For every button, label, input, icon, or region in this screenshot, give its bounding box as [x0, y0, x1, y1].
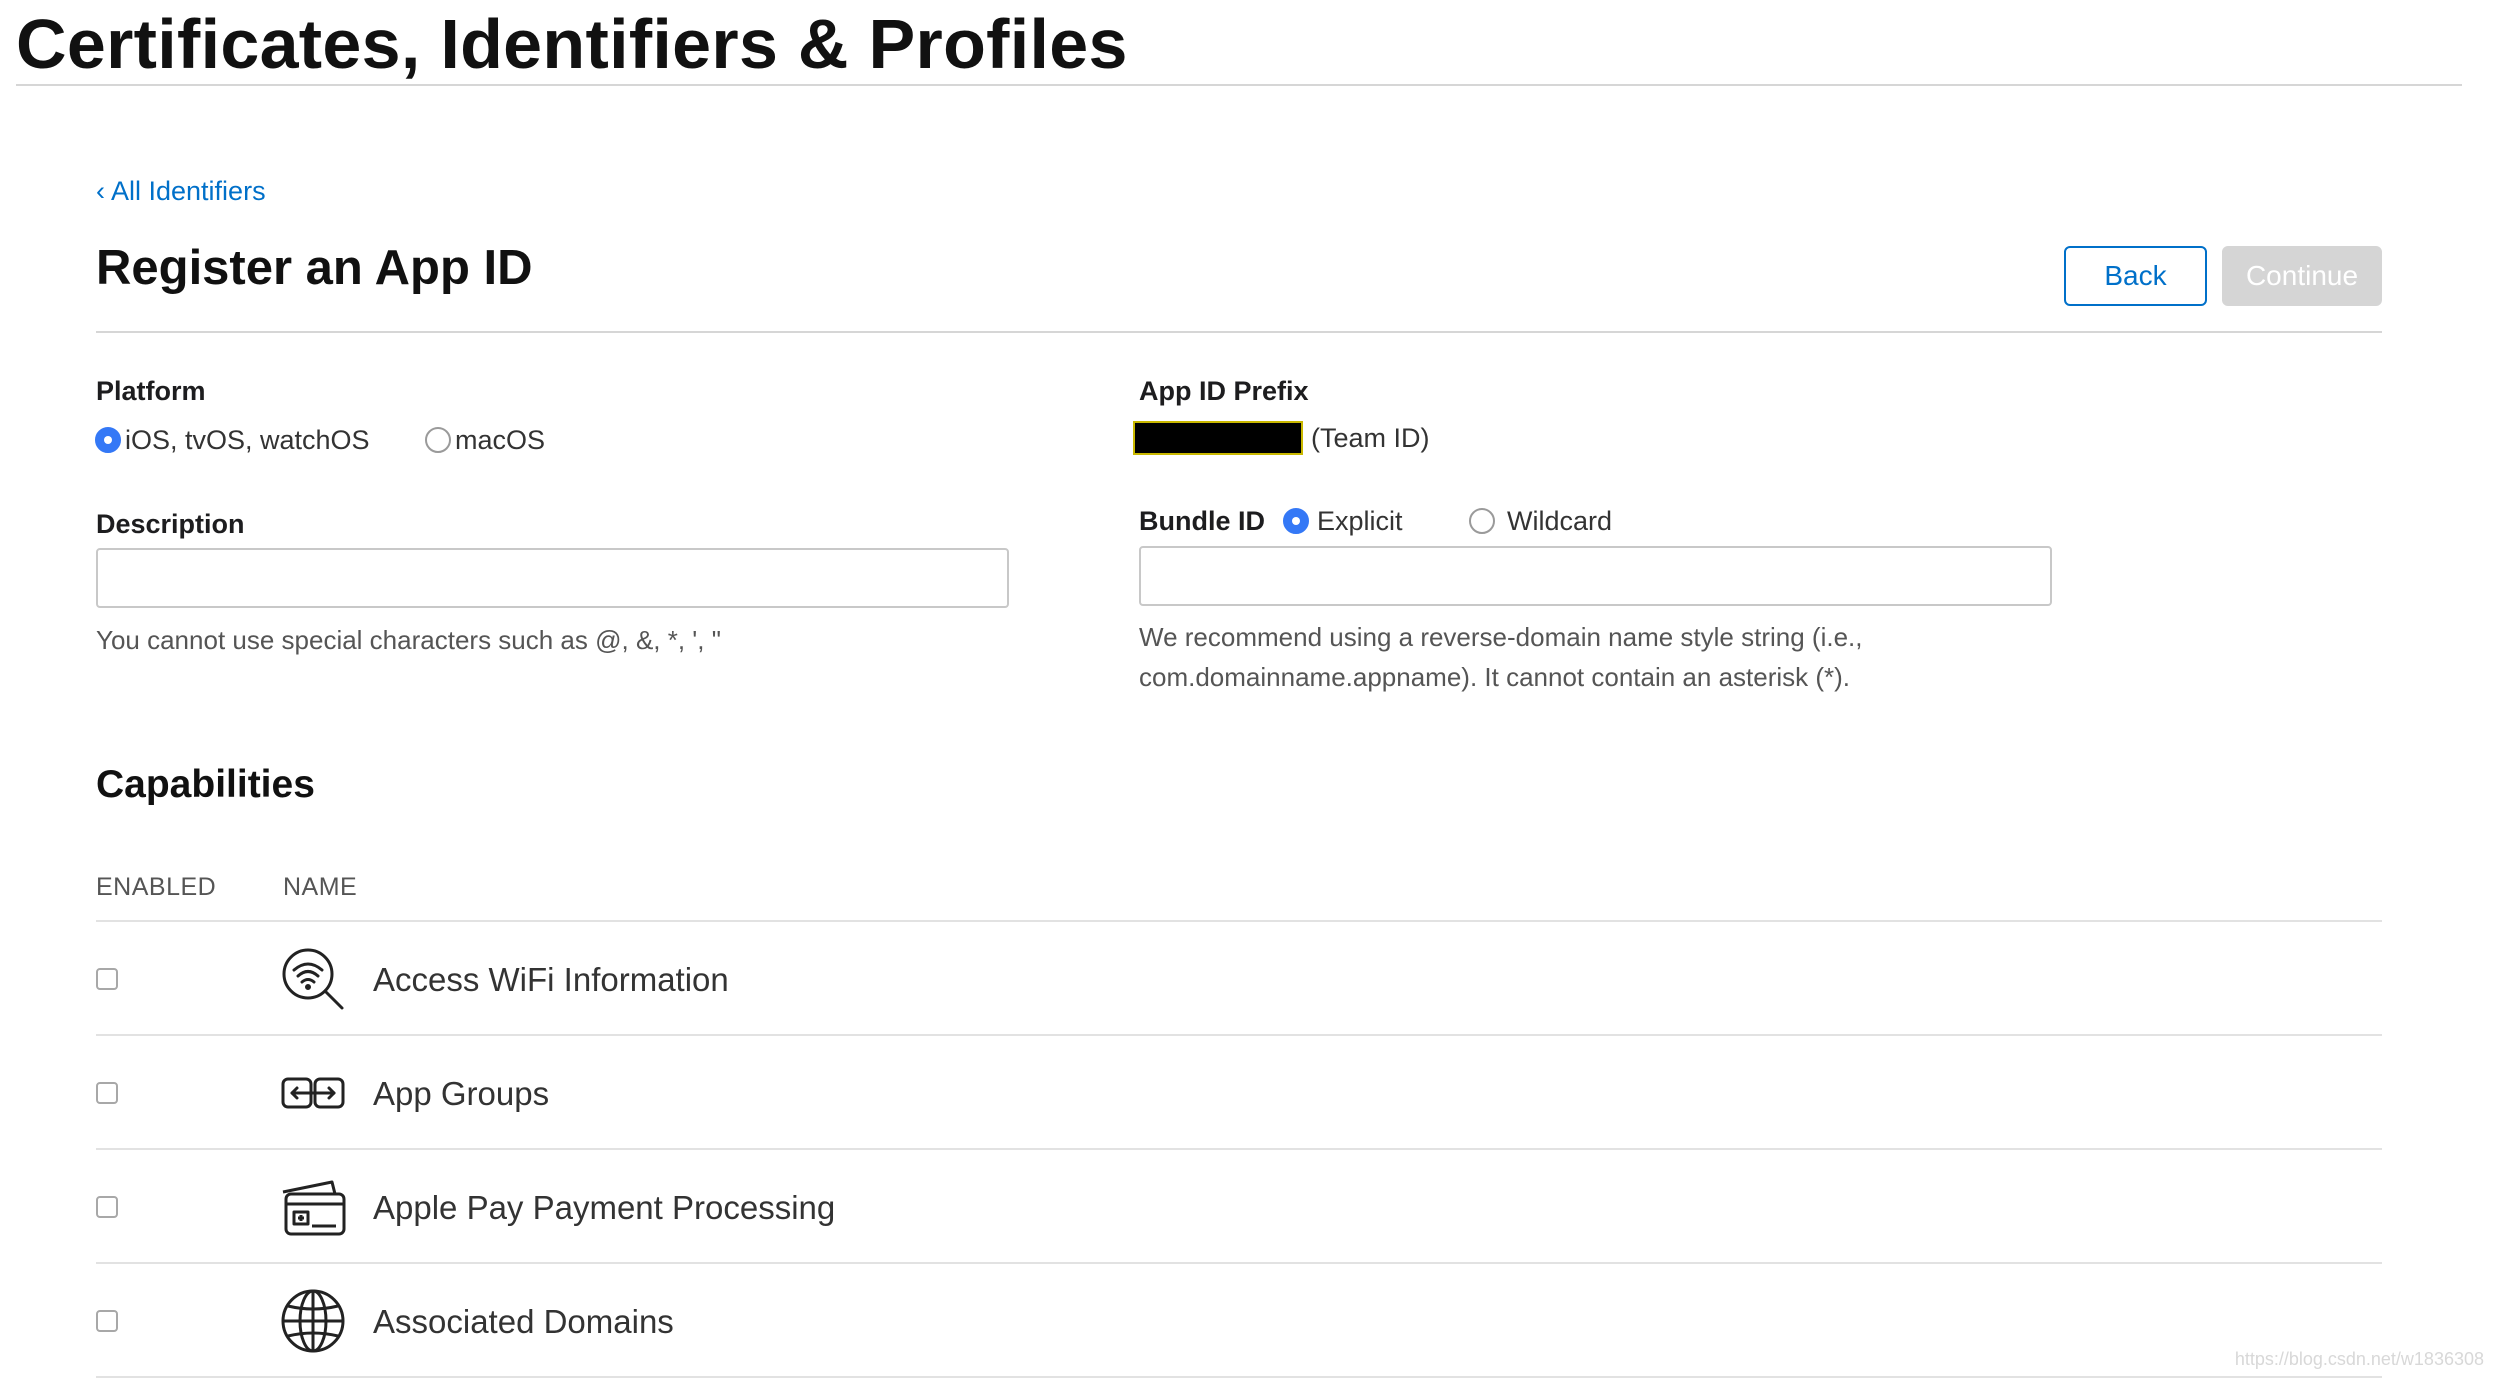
watermark: https://blog.csdn.net/w1836308: [2234, 1349, 2484, 1369]
all-identifiers-link[interactable]: ‹ All Identifiers: [96, 174, 266, 208]
bundle-id-input[interactable]: [1139, 546, 2052, 606]
bundle-wildcard-label: Wildcard: [1507, 506, 1613, 536]
form-title: Register an App ID: [96, 241, 533, 295]
capability-name: App Groups: [373, 1075, 550, 1112]
app-groups-icon: [280, 1060, 346, 1126]
platform-macos-radio[interactable]: [425, 427, 451, 453]
capability-row: Associated Domains: [96, 1264, 2382, 1378]
platform-ios-label: iOS, tvOS, watchOS: [125, 425, 370, 455]
capability-enable-checkbox[interactable]: [96, 1196, 118, 1218]
capability-name: Apple Pay Payment Processing: [373, 1189, 836, 1226]
platform-option-macos[interactable]: macOS: [425, 423, 545, 457]
wallet-card-icon: [280, 1174, 346, 1240]
description-input[interactable]: [96, 548, 1009, 608]
bundle-id-help-line2: com.domainname.appname). It cannot conta…: [1139, 662, 1851, 692]
capability-row: Access WiFi Information: [96, 922, 2382, 1036]
bundle-option-explicit[interactable]: Explicit: [1283, 504, 1403, 538]
capability-name: Associated Domains: [373, 1303, 674, 1340]
column-header-enabled: ENABLED: [96, 873, 217, 901]
bundle-explicit-label: Explicit: [1317, 506, 1403, 536]
bundle-id-help-line1: We recommend using a reverse-domain name…: [1139, 622, 1863, 652]
bundle-explicit-radio[interactable]: [1283, 508, 1309, 534]
team-id-row: (Team ID): [1133, 421, 1430, 455]
platform-option-ios[interactable]: iOS, tvOS, watchOS: [95, 423, 370, 457]
description-help: You cannot use special characters such a…: [96, 625, 721, 655]
platform-label: Platform: [96, 376, 206, 406]
capability-enable-checkbox[interactable]: [96, 968, 118, 990]
bundle-option-wildcard[interactable]: Wildcard: [1469, 504, 1612, 538]
app-id-prefix-label: App ID Prefix: [1139, 376, 1309, 406]
platform-macos-label: macOS: [455, 425, 546, 455]
bundle-wildcard-radio[interactable]: [1469, 508, 1495, 534]
description-label: Description: [96, 509, 245, 539]
capabilities-title: Capabilities: [96, 763, 315, 806]
capability-name: Access WiFi Information: [373, 961, 729, 998]
redacted-team-id: [1133, 421, 1303, 455]
capability-enable-checkbox[interactable]: [96, 1082, 118, 1104]
platform-ios-radio[interactable]: [95, 427, 121, 453]
continue-button[interactable]: Continue: [2222, 246, 2382, 306]
bundle-id-label: Bundle ID: [1139, 506, 1265, 536]
capability-enable-checkbox[interactable]: [96, 1310, 118, 1332]
column-header-name: NAME: [283, 873, 358, 901]
title-divider: [96, 331, 2382, 333]
heading-divider: [16, 84, 2462, 86]
chevron-left-icon: ‹: [96, 176, 105, 206]
team-id-suffix: (Team ID): [1311, 422, 1430, 453]
page-heading: Certificates, Identifiers & Profiles: [16, 5, 1128, 83]
wifi-search-icon: [280, 946, 346, 1012]
all-identifiers-label: All Identifiers: [111, 176, 266, 206]
capability-row: App Groups: [96, 1036, 2382, 1150]
capability-row: Apple Pay Payment Processing: [96, 1150, 2382, 1264]
back-button[interactable]: Back: [2064, 246, 2207, 306]
globe-icon: [280, 1288, 346, 1354]
